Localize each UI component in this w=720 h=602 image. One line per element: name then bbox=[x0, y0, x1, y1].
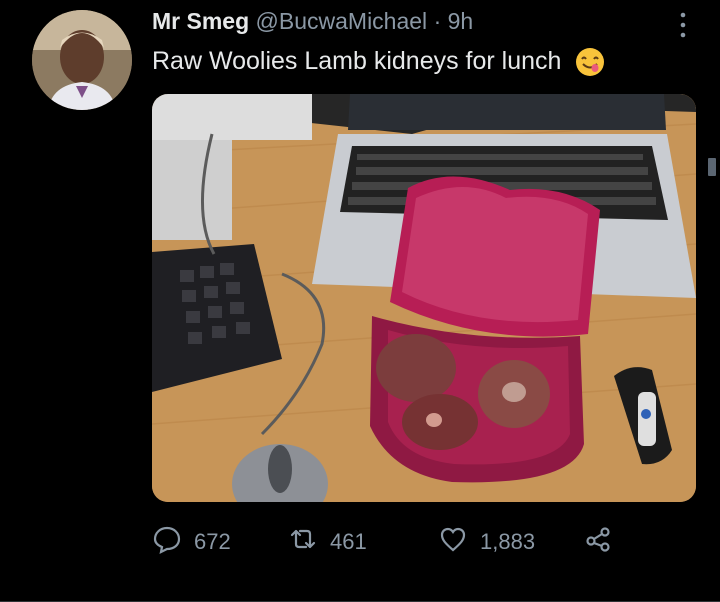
display-name[interactable]: Mr Smeg bbox=[152, 8, 249, 34]
tweet-time[interactable]: 9h bbox=[448, 8, 474, 34]
like-count: 1,883 bbox=[480, 529, 536, 554]
photo-scene bbox=[152, 94, 696, 502]
retweet-button[interactable]: 461 bbox=[288, 520, 367, 564]
avatar-image bbox=[32, 10, 132, 110]
reply-count: 672 bbox=[194, 529, 231, 554]
yum-emoji-icon bbox=[574, 46, 606, 78]
heart-icon bbox=[438, 524, 468, 560]
reply-button[interactable]: 672 bbox=[152, 520, 231, 564]
scroll-indicator[interactable] bbox=[708, 158, 716, 176]
retweet-icon bbox=[288, 524, 318, 560]
avatar[interactable] bbox=[32, 10, 132, 110]
like-button[interactable]: 1,883 bbox=[438, 520, 535, 564]
header-separator: · bbox=[433, 8, 442, 34]
reply-icon bbox=[152, 524, 182, 560]
tweet-actions: 672 461 1,883 bbox=[152, 520, 622, 564]
tweet-media-image[interactable] bbox=[152, 94, 696, 502]
share-button[interactable] bbox=[584, 520, 614, 564]
tweet-text-content: Raw Woolies Lamb kidneys for lunch bbox=[152, 47, 562, 75]
tweet-text: Raw Woolies Lamb kidneys for lunch bbox=[152, 44, 606, 78]
share-icon bbox=[584, 524, 614, 560]
tweet-header: Mr Smeg @BucwaMichael · 9h bbox=[152, 6, 473, 36]
user-handle[interactable]: @BucwaMichael bbox=[256, 8, 428, 34]
retweet-count: 461 bbox=[330, 529, 367, 554]
more-vertical-icon[interactable] bbox=[680, 12, 686, 38]
